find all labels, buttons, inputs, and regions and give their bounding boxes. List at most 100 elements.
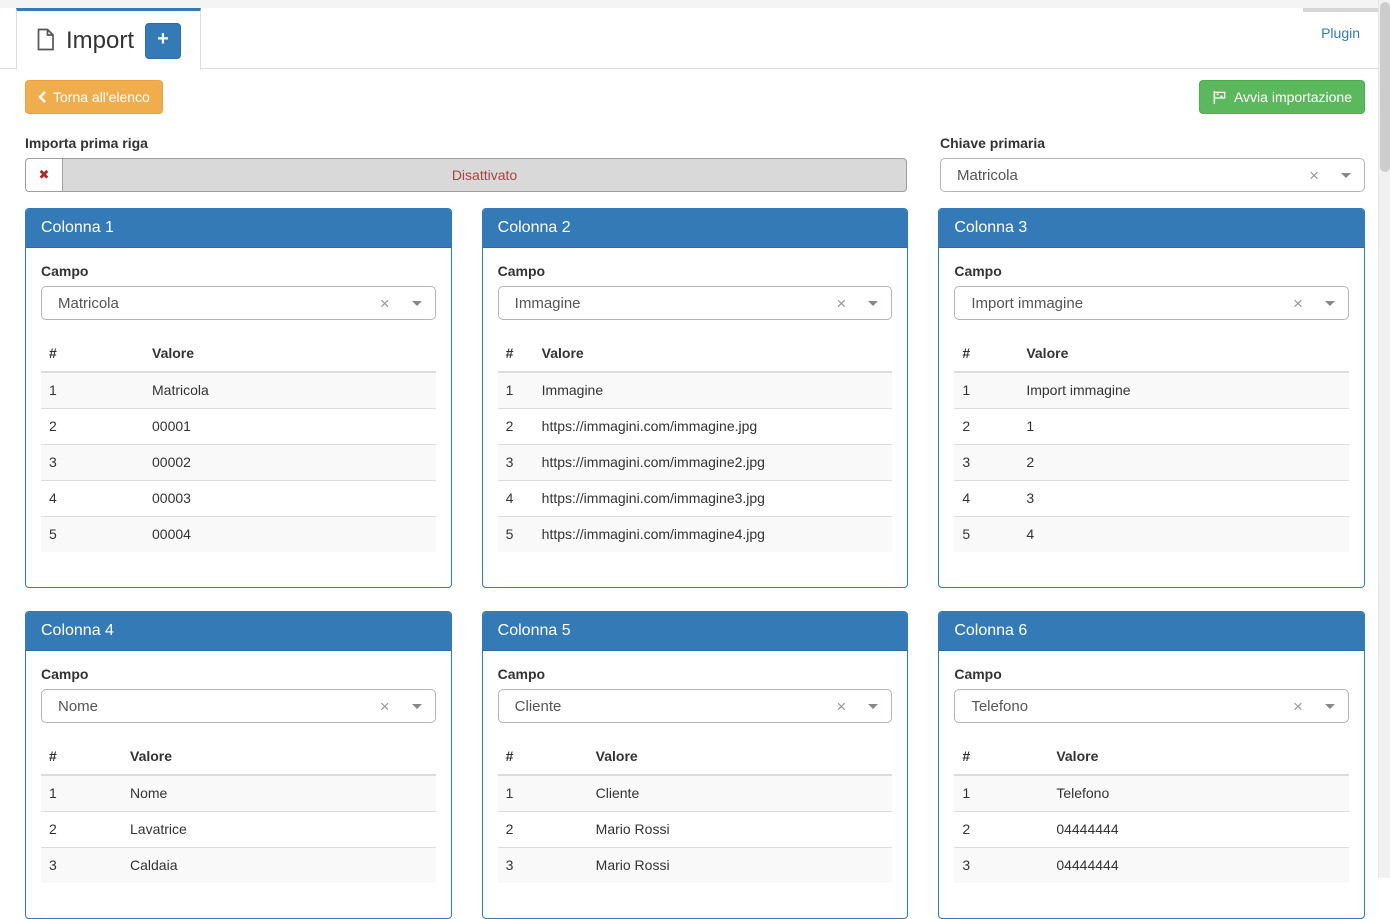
vertical-scrollbar[interactable] (1378, 0, 1390, 878)
import-page: Import + Plugin Torna all'elenco Avvia i… (0, 0, 1378, 919)
cell-index: 2 (954, 409, 1018, 445)
cell-index: 3 (498, 445, 534, 481)
import-first-row-control: ✖ Disattivato (25, 158, 907, 192)
table-row: 300002 (41, 445, 436, 481)
preview-table: # Valore 1Import immagine 21 32 43 54 (954, 336, 1349, 552)
cell-index: 2 (954, 812, 1048, 848)
clear-icon[interactable]: × (1293, 295, 1303, 312)
cell-value: 00003 (144, 481, 436, 517)
field-select[interactable]: Cliente × (498, 689, 893, 723)
chevron-left-icon (38, 91, 46, 103)
file-icon (36, 28, 55, 54)
toolbar: Torna all'elenco Avvia importazione (25, 80, 1365, 114)
column-panel-3: Colonna 3 Campo Import immagine × # Valo… (938, 208, 1365, 588)
cell-value: Nome (122, 775, 436, 812)
cell-index: 5 (498, 517, 534, 553)
table-row: 400003 (41, 481, 436, 517)
col-header-value: Valore (588, 739, 893, 775)
cell-index: 2 (498, 409, 534, 445)
caret-down-icon (1341, 173, 1351, 178)
field-select[interactable]: Matricola × (41, 286, 436, 320)
table-row: 1Cliente (498, 775, 893, 812)
field-label: Campo (498, 263, 893, 279)
preview-table: # Valore 1Cliente 2Mario Rossi 3Mario Ro… (498, 739, 893, 883)
tab-plugin[interactable]: Plugin (1303, 8, 1378, 41)
field-select-value: Telefono (968, 698, 1293, 715)
caret-down-icon (412, 704, 422, 709)
cell-index: 1 (954, 372, 1018, 409)
field-label: Campo (954, 263, 1349, 279)
col-header-index: # (41, 336, 144, 372)
panel-title: Colonna 5 (483, 612, 908, 651)
clear-icon[interactable]: × (1293, 698, 1303, 715)
table-row: 5https://immagini.com/immagine4.jpg (498, 517, 893, 553)
back-to-list-label: Torna all'elenco (53, 87, 150, 107)
col-header-index: # (41, 739, 122, 775)
table-row: 43 (954, 481, 1349, 517)
cell-value: 1 (1018, 409, 1349, 445)
controls-row: Importa prima riga ✖ Disattivato Chiave … (25, 135, 1365, 192)
panel-title: Colonna 3 (939, 209, 1364, 248)
field-label: Campo (41, 666, 436, 682)
plugin-link[interactable]: Plugin (1321, 25, 1360, 41)
cell-value: 4 (1018, 517, 1349, 553)
field-select[interactable]: Telefono × (954, 689, 1349, 723)
cell-index: 1 (498, 775, 588, 812)
field-select[interactable]: Import immagine × (954, 286, 1349, 320)
caret-down-icon (1325, 704, 1335, 709)
clear-icon[interactable]: × (380, 295, 390, 312)
flag-checkered-icon (1212, 90, 1227, 105)
column-panel-5: Colonna 5 Campo Cliente × # Valore (482, 611, 909, 919)
field-select[interactable]: Nome × (41, 689, 436, 723)
toggle-first-row-button[interactable]: ✖ (25, 158, 62, 192)
primary-key-label: Chiave primaria (940, 135, 1365, 151)
table-row: 1Immagine (498, 372, 893, 409)
panel-title: Colonna 4 (26, 612, 451, 651)
cell-value: 2 (1018, 445, 1349, 481)
cell-value: 00002 (144, 445, 436, 481)
main-content: Torna all'elenco Avvia importazione Impo… (0, 69, 1378, 919)
field-label: Campo (954, 666, 1349, 682)
cell-value: 00004 (144, 517, 436, 553)
col-header-value: Valore (534, 336, 893, 372)
cell-index: 3 (954, 445, 1018, 481)
cell-value: Matricola (144, 372, 436, 409)
clear-icon[interactable]: × (836, 698, 846, 715)
table-row: 3https://immagini.com/immagine2.jpg (498, 445, 893, 481)
clear-icon[interactable]: × (1309, 167, 1319, 184)
cell-index: 1 (41, 372, 144, 409)
col-header-index: # (954, 336, 1018, 372)
column-panels: Colonna 1 Campo Matricola × # Valore (25, 208, 1365, 919)
tab-import[interactable]: Import + (16, 8, 201, 70)
back-to-list-button[interactable]: Torna all'elenco (25, 80, 163, 114)
field-select-value: Matricola (55, 295, 380, 312)
cell-value: Lavatrice (122, 812, 436, 848)
add-import-button[interactable]: + (145, 23, 181, 59)
cell-index: 4 (954, 481, 1018, 517)
preview-table: # Valore 1Nome 2Lavatrice 3Caldaia (41, 739, 436, 883)
cell-value: https://immagini.com/immagine.jpg (534, 409, 893, 445)
scrollbar-thumb[interactable] (1380, 2, 1390, 172)
table-row: 21 (954, 409, 1349, 445)
cell-index: 5 (954, 517, 1018, 553)
caret-down-icon (868, 704, 878, 709)
column-panel-4: Colonna 4 Campo Nome × # Valore (25, 611, 452, 919)
panel-title: Colonna 6 (939, 612, 1364, 651)
panel-title: Colonna 2 (483, 209, 908, 248)
cell-value: 04444444 (1048, 812, 1349, 848)
table-row: 500004 (41, 517, 436, 553)
clear-icon[interactable]: × (380, 698, 390, 715)
import-first-row-value: Disattivato (62, 158, 907, 192)
import-first-row-label: Importa prima riga (25, 135, 907, 151)
clear-icon[interactable]: × (836, 295, 846, 312)
field-select[interactable]: Immagine × (498, 286, 893, 320)
remove-icon: ✖ (39, 167, 50, 183)
cell-index: 2 (41, 409, 144, 445)
col-header-index: # (954, 739, 1048, 775)
start-import-button[interactable]: Avvia importazione (1199, 80, 1365, 114)
cell-index: 1 (41, 775, 122, 812)
cell-index: 5 (41, 517, 144, 553)
primary-key-select[interactable]: Matricola × (940, 158, 1365, 192)
cell-value: 00001 (144, 409, 436, 445)
table-row: 54 (954, 517, 1349, 553)
